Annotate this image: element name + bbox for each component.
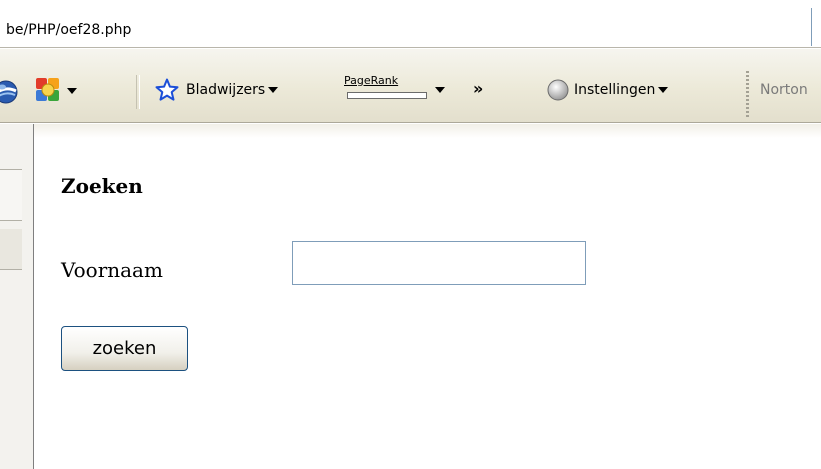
side-tab[interactable]	[0, 229, 22, 270]
address-bar: be/PHP/oef28.php	[0, 0, 821, 48]
pagerank-widget[interactable]: PageRank	[344, 73, 445, 113]
page-content: Zoeken Voornaam zoeken	[0, 124, 821, 469]
search-button[interactable]: zoeken	[61, 326, 188, 371]
chevron-down-icon	[268, 87, 279, 93]
chevron-down-icon	[658, 87, 669, 93]
toolbar-grip[interactable]	[746, 71, 749, 119]
content-top-shadow	[34, 124, 821, 138]
more-chevron-icon[interactable]: »	[473, 79, 483, 98]
settings-menu[interactable]: Instellingen	[574, 82, 669, 98]
side-tab[interactable]	[0, 169, 22, 221]
globe-icon[interactable]	[0, 80, 18, 104]
addon-icon[interactable]	[35, 77, 61, 103]
address-url[interactable]: be/PHP/oef28.php	[6, 22, 131, 38]
toolbar-separator	[136, 75, 140, 109]
chevron-down-icon	[435, 87, 445, 93]
norton-toolbar-label[interactable]: Norton	[760, 82, 808, 98]
pagerank-bar	[347, 92, 427, 99]
address-field[interactable]: be/PHP/oef28.php	[0, 8, 812, 46]
bookmarks-menu[interactable]: Bladwijzers	[186, 82, 279, 98]
settings-icon[interactable]	[547, 79, 569, 101]
settings-label: Instellingen	[574, 82, 656, 98]
star-icon[interactable]	[155, 78, 179, 102]
toolbar: Bladwijzers PageRank » Instellingen Nort…	[0, 49, 821, 123]
firstname-input[interactable]	[292, 241, 586, 285]
chevron-down-icon[interactable]	[66, 86, 78, 96]
bookmarks-label: Bladwijzers	[186, 82, 266, 98]
browser-window: be/PHP/oef28.php Bladwijzers PageRank » …	[0, 0, 821, 469]
firstname-label: Voornaam	[61, 258, 163, 282]
pagerank-label: PageRank	[344, 74, 399, 87]
side-panel	[0, 124, 34, 469]
page-heading: Zoeken	[61, 174, 143, 198]
